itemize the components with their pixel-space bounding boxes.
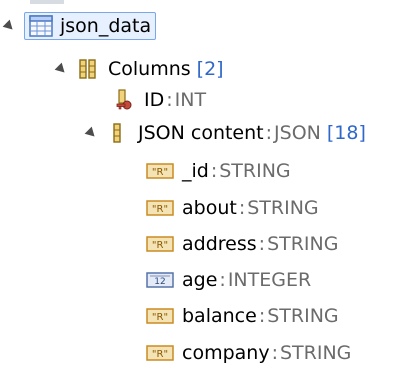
json-column-name: JSON content — [138, 122, 264, 144]
type-separator: : — [258, 233, 266, 255]
field-name: age — [182, 269, 218, 291]
selected-tree-item[interactable]: json_data — [24, 12, 157, 40]
type-separator: : — [271, 342, 278, 364]
json-column-count: [18] — [326, 122, 366, 144]
type-separator: : — [265, 122, 273, 144]
tree-node-field-id[interactable]: "R" _id : STRING — [146, 156, 291, 186]
field-type: INTEGER — [227, 269, 312, 291]
field-type: STRING — [247, 197, 319, 219]
columns-label: Columns — [108, 58, 191, 80]
json-column-type: JSON — [274, 122, 321, 144]
columns-count: [2] — [196, 58, 224, 80]
id-column-type: INT — [174, 89, 207, 111]
string-type-icon: "R" — [146, 200, 174, 216]
svg-text:"R": "R" — [152, 240, 168, 251]
svg-text:"R": "R" — [152, 167, 168, 178]
tree-node-json-data[interactable]: json_data — [0, 11, 157, 41]
tree-node-field-address[interactable]: "R" address : STRING — [146, 229, 338, 259]
table-name: json_data — [60, 15, 152, 37]
table-icon — [28, 14, 54, 38]
string-type-icon: "R" — [146, 308, 174, 324]
tree-node-json-content[interactable]: JSON content : JSON [18] — [82, 118, 366, 148]
string-type-icon: "R" — [146, 163, 174, 179]
type-separator: : — [258, 305, 266, 327]
field-name: address — [182, 233, 257, 255]
columns-icon — [76, 57, 100, 81]
type-separator: : — [219, 269, 226, 291]
type-separator: : — [238, 197, 246, 219]
field-type: STRING — [267, 305, 339, 327]
field-name: about — [182, 197, 237, 219]
field-type: STRING — [219, 160, 291, 182]
integer-type-icon: 12 — [146, 272, 174, 288]
collapse-arrow-icon[interactable] — [52, 60, 70, 78]
tree-node-id-column[interactable]: ID : INT — [112, 85, 206, 115]
field-name: company — [182, 342, 270, 364]
collapse-arrow-icon[interactable] — [0, 17, 18, 35]
tree-node-columns[interactable]: Columns [2] — [52, 54, 224, 84]
svg-text:"R": "R" — [152, 349, 168, 360]
json-column-icon — [106, 121, 130, 145]
string-type-icon: "R" — [146, 236, 174, 252]
top-border-sliver — [30, 0, 64, 4]
string-type-icon: "R" — [146, 345, 174, 361]
type-separator: : — [210, 160, 218, 182]
type-separator: : — [166, 89, 173, 111]
svg-text:"R": "R" — [152, 312, 168, 323]
tree-node-field-balance[interactable]: "R" balance : STRING — [146, 301, 339, 331]
svg-text:12: 12 — [154, 277, 165, 287]
field-type: STRING — [267, 233, 339, 255]
primary-key-column-icon — [112, 88, 136, 112]
tree-node-field-company[interactable]: "R" company : STRING — [146, 338, 351, 365]
field-type: STRING — [279, 342, 352, 364]
id-column-name: ID — [144, 89, 165, 111]
svg-text:"R": "R" — [152, 204, 168, 215]
field-name: balance — [182, 305, 257, 327]
tree-node-field-about[interactable]: "R" about : STRING — [146, 193, 319, 223]
collapse-arrow-icon[interactable] — [82, 124, 100, 142]
field-name: _id — [182, 160, 209, 182]
tree-node-field-age[interactable]: 12 age : INTEGER — [146, 265, 311, 295]
